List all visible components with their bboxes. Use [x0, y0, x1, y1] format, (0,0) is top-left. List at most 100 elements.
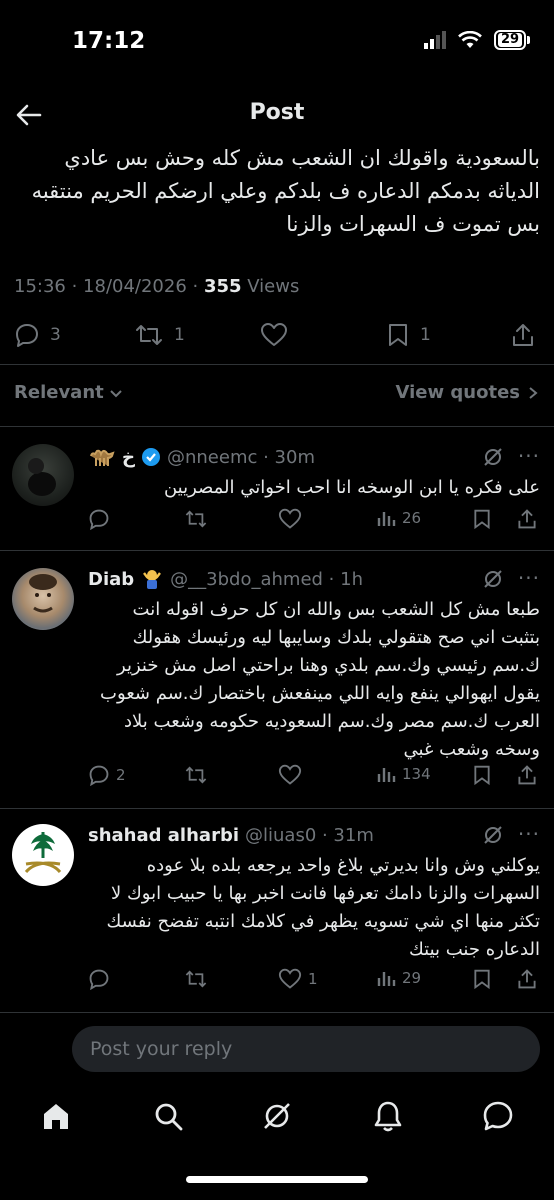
- chevron-right-icon: [529, 386, 538, 399]
- reply-header: shahad alharbi @liuas0 · 31m: [88, 822, 540, 848]
- divider: [0, 808, 554, 809]
- status-time: 17:12: [72, 28, 146, 54]
- more-options-icon[interactable]: ···: [518, 444, 540, 468]
- views-button[interactable]: 134: [376, 764, 431, 784]
- reply-handle[interactable]: @__3bdo_ahmed · 1h: [170, 569, 363, 590]
- reply-icon: [89, 509, 109, 530]
- heart-icon: [278, 508, 302, 529]
- wifi-icon: [458, 31, 482, 48]
- reply-author-name[interactable]: خ: [122, 447, 135, 468]
- reply-item[interactable]: shahad alharbi @liuas0 · 31m ··· يوكلني …: [0, 822, 554, 1002]
- reply-actions: 2 134: [0, 764, 554, 794]
- share-button[interactable]: [516, 764, 538, 786]
- share-icon: [518, 765, 536, 785]
- views-button[interactable]: 29: [376, 968, 421, 988]
- camel-icon: [90, 449, 115, 466]
- home-icon[interactable]: [38, 1098, 74, 1134]
- notifications-icon[interactable]: [370, 1098, 406, 1134]
- reply-button[interactable]: 2: [88, 764, 126, 786]
- divider: [0, 1012, 554, 1013]
- grok-icon[interactable]: [482, 446, 504, 468]
- reply-author-name[interactable]: shahad alharbi: [88, 825, 239, 846]
- reply-actions: 1 29: [0, 968, 554, 998]
- like-button[interactable]: [260, 322, 288, 348]
- reply-button[interactable]: [88, 968, 116, 990]
- sort-label: Relevant: [14, 382, 104, 403]
- heart-icon: [278, 764, 302, 785]
- status-icons: 29: [424, 30, 530, 50]
- more-options-icon[interactable]: ···: [518, 822, 540, 846]
- avatar[interactable]: [12, 444, 74, 506]
- view-quotes-link[interactable]: View quotes: [396, 382, 540, 403]
- reply-header: Diab @__3bdo_ahmed · 1h: [88, 566, 540, 592]
- reply-handle[interactable]: @liuas0 · 31m: [245, 825, 374, 846]
- share-icon: [513, 324, 533, 346]
- chevron-down-icon: [110, 389, 122, 397]
- shrug-emoji-icon: [143, 570, 162, 589]
- grok-icon[interactable]: [482, 568, 504, 590]
- messages-icon[interactable]: [480, 1098, 516, 1134]
- views-count: 29: [402, 969, 422, 987]
- reply-author-name[interactable]: Diab: [88, 569, 134, 590]
- search-icon[interactable]: [150, 1098, 186, 1134]
- reply-item[interactable]: خ @nneemc · 30m ··· على فكره يا ابن الوس…: [0, 444, 554, 544]
- views-button[interactable]: 26: [376, 508, 421, 528]
- reply-item[interactable]: Diab @__3bdo_ahmed · 1h ··· طبعا مش كل ا…: [0, 566, 554, 796]
- repost-button[interactable]: [184, 508, 214, 530]
- avatar[interactable]: [12, 824, 74, 886]
- repost-icon: [185, 970, 207, 988]
- home-indicator: [186, 1176, 368, 1183]
- repost-icon: [185, 766, 207, 784]
- avatar[interactable]: [12, 568, 74, 630]
- share-button[interactable]: [516, 968, 538, 990]
- reply-text: يوكلني وش وانا بديرتي بلاغ واحد يرجعه بل…: [106, 855, 540, 960]
- heart-icon: [278, 968, 302, 989]
- share-button[interactable]: [516, 508, 538, 530]
- bookmark-icon: [389, 324, 407, 346]
- reply-icon: [89, 969, 109, 990]
- views-count: 134: [402, 765, 431, 783]
- battery-icon: 29: [494, 30, 530, 50]
- like-button[interactable]: [278, 764, 308, 786]
- views-count: 26: [402, 509, 422, 527]
- more-options-icon[interactable]: ···: [518, 566, 540, 590]
- reply-input[interactable]: Post your reply: [72, 1026, 540, 1072]
- bookmark-icon: [474, 969, 490, 990]
- divider: [0, 550, 554, 551]
- share-icon: [518, 509, 536, 529]
- views-icon: [377, 972, 396, 986]
- divider: [0, 426, 554, 427]
- view-quotes-label: View quotes: [395, 382, 520, 403]
- repost-icon: [185, 510, 207, 528]
- repost-button[interactable]: 1: [134, 322, 185, 348]
- bookmark-icon: [474, 765, 490, 786]
- sort-dropdown[interactable]: Relevant: [14, 382, 124, 403]
- repost-button[interactable]: [184, 968, 214, 990]
- reply-header: خ @nneemc · 30m: [88, 444, 540, 470]
- reply-count: 2: [116, 766, 126, 784]
- repost-count: 1: [174, 325, 185, 345]
- grok-icon[interactable]: [482, 824, 504, 846]
- reply-handle[interactable]: @nneemc · 30m: [167, 447, 315, 468]
- post-timestamp: 15:36 · 18/04/2026 ·: [14, 276, 204, 297]
- reply-button[interactable]: [88, 508, 116, 530]
- reply-icon: [16, 324, 38, 347]
- like-button[interactable]: [278, 508, 308, 530]
- reply-button[interactable]: 3: [14, 322, 61, 348]
- bookmark-button[interactable]: 1: [386, 322, 431, 348]
- like-count: 1: [308, 970, 318, 988]
- reply-actions: 26: [0, 508, 554, 538]
- reply-text: على فكره يا ابن الوسخه انا احب اخواتي ال…: [163, 477, 540, 498]
- status-bar: 17:12 29: [0, 0, 554, 84]
- bookmark-button[interactable]: [472, 764, 492, 786]
- post-views-label: Views: [241, 276, 300, 297]
- reply-icon: [89, 765, 109, 786]
- like-button[interactable]: 1: [278, 968, 318, 990]
- reply-text: طبعا مش كل الشعب بس والله ان كل حرف اقول…: [100, 599, 540, 760]
- grok-icon[interactable]: [259, 1098, 295, 1134]
- divider: [0, 364, 554, 365]
- repost-button[interactable]: [184, 764, 214, 786]
- bookmark-button[interactable]: [472, 508, 492, 530]
- share-button[interactable]: [510, 322, 536, 348]
- bookmark-button[interactable]: [472, 968, 492, 990]
